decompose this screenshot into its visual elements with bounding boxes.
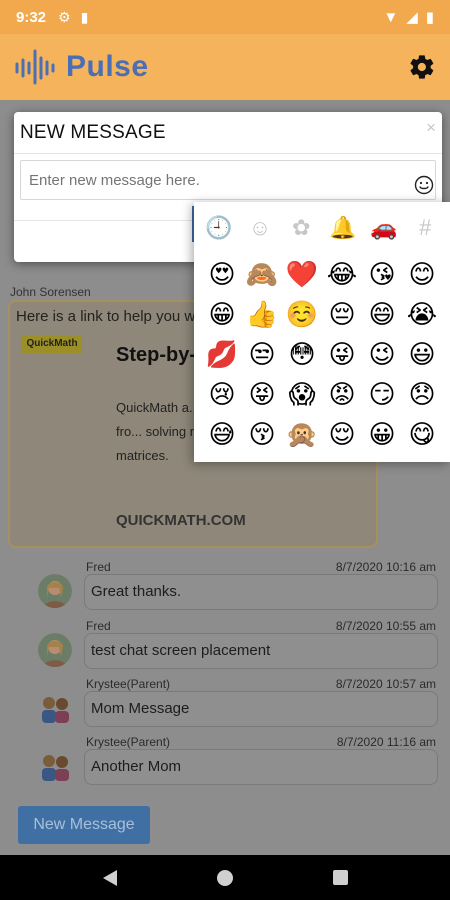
message-time: 8/7/2020 10:57 am [335,677,436,691]
avatar [38,574,72,608]
avatar [38,749,72,783]
avatar [38,691,72,725]
emoji-item[interactable]: 😌 [322,414,362,454]
modal-title: NEW MESSAGE [20,122,166,143]
gear-icon[interactable] [408,53,436,81]
family-icon [42,755,69,781]
link-domain[interactable]: QUICKMATH.COM [116,512,246,529]
emoji-item[interactable]: 😅 [202,414,242,454]
back-icon[interactable] [102,869,117,886]
emoji-item[interactable]: 😊 [402,254,442,294]
emoji-item[interactable]: 😀 [362,414,402,454]
user-photo-icon [38,574,72,608]
emoji-item[interactable]: 😔 [322,294,362,334]
emoji-item[interactable]: 😍 [202,254,242,294]
emoji-item[interactable]: 😂 [322,254,362,294]
emoji-item[interactable]: 😡 [322,374,362,414]
message-sender: Krystee(Parent) [86,735,171,749]
top-sender-name: John Sorensen [10,285,91,299]
emoji-item[interactable]: 😒 [242,334,282,374]
message-time: 8/7/2020 10:55 am [335,619,436,633]
link-intro-text: Here is a link to help you w [16,308,196,325]
family-icon [42,697,69,723]
new-message-button[interactable]: New Message [18,806,150,844]
emoji-item[interactable]: 😝 [242,374,282,414]
smiley-icon[interactable]: ☺ [243,211,277,245]
emoji-item[interactable]: 👍 [242,294,282,334]
modal-header: NEW MESSAGE × [14,112,442,154]
message-row: Fred 8/7/2020 10:16 am Great thanks. [0,560,450,618]
signal-icon: ◢ [406,9,418,26]
navigation-bar [0,855,450,900]
emoji-item[interactable]: ❤️ [282,254,322,294]
emoji-item[interactable]: 😉 [362,334,402,374]
message-sender: Fred [86,619,111,633]
pulse-wave-icon [15,49,55,85]
message-row: Krystee(Parent) 8/7/2020 10:57 am Mom Me… [0,677,450,735]
hashtag-icon[interactable]: # [408,211,442,245]
close-icon[interactable]: × [426,118,436,138]
bell-icon[interactable]: 🔔 [326,211,360,245]
avatar [38,633,72,667]
car-icon[interactable]: 🚗 [367,211,401,245]
emoji-item[interactable]: 💋 [202,334,242,374]
app-bar: Pulse [0,34,450,100]
message-row: Fred 8/7/2020 10:55 am test chat screen … [0,619,450,677]
user-photo-icon [38,633,72,667]
emoji-item[interactable]: 😄 [362,294,402,334]
battery-icon: ▮ [425,9,434,26]
message-bubble[interactable]: Mom Message [84,691,438,727]
emoji-item[interactable]: 😚 [242,414,282,454]
emoji-item[interactable]: 😃 [402,334,442,374]
brand-name: Pulse [66,50,149,83]
emoji-item[interactable]: 😱 [282,374,322,414]
emoji-item[interactable]: 😏 [362,374,402,414]
emoji-category-tabs: 🕘 ☺ ✿ 🔔 🚗 # [194,202,450,254]
sd-card-icon: ▮ [80,8,89,25]
quickmath-logo: QuickMath [22,335,82,353]
emoji-item[interactable]: 😭 [402,294,442,334]
emoji-item[interactable]: 😜 [322,334,362,374]
message-row: Krystee(Parent) 8/7/2020 11:16 am Anothe… [0,735,450,793]
message-bubble[interactable]: Another Mom [84,749,438,785]
emoji-item[interactable]: 😋 [402,414,442,454]
message-sender: Krystee(Parent) [86,677,171,691]
flower-icon[interactable]: ✿ [284,211,318,245]
message-sender: Fred [86,560,111,574]
emoji-item[interactable]: 😘 [362,254,402,294]
emoji-item[interactable]: 😁 [202,294,242,334]
clock-icon[interactable]: 🕘 [202,211,236,245]
message-time: 8/7/2020 10:16 am [335,560,436,574]
emoji-item[interactable]: 🙈 [242,254,282,294]
message-input[interactable] [20,160,436,200]
message-bubble[interactable]: test chat screen placement [84,633,438,669]
emoji-item[interactable]: 😢 [202,374,242,414]
wifi-icon: ▼ [383,8,399,26]
home-icon[interactable] [216,869,233,886]
recent-apps-icon[interactable] [332,870,348,885]
status-bar: 9:32 ⚙ ▮ ▼ ◢ ▮ [0,0,450,34]
emoji-item[interactable]: 🙊 [282,414,322,454]
emoji-item[interactable]: 😳 [282,334,322,374]
message-bubble[interactable]: Great thanks. [84,574,438,610]
emoji-grid: 😍 🙈 ❤️ 😂 😘 😊 😁 👍 ☺️ 😔 😄 😭 💋 😒 😳 😜 😉 😃 😢 😝 😱 😡 😏 😞 😅 😚 🙊 😌 😀 😋 [194,254,450,454]
emoji-item[interactable]: ☺️ [282,294,322,334]
message-time: 8/7/2020 11:16 am [336,735,436,749]
emoji-toggle-icon[interactable] [414,175,434,195]
emoji-item[interactable]: 😞 [402,374,442,414]
settings-status-icon: ⚙ [58,8,71,25]
emoji-picker: 🕘 ☺ ✿ 🔔 🚗 # 😍 🙈 ❤️ 😂 😘 😊 😁 👍 ☺️ 😔 😄 😭 💋 😒 😳 😜 😉 😃 😢 😝 😱 😡 😏 😞 😅 😚 🙊 😌 😀 😋 [194,202,450,462]
status-time: 9:32 [16,8,47,26]
pulse-logo: Pulse [14,47,149,87]
